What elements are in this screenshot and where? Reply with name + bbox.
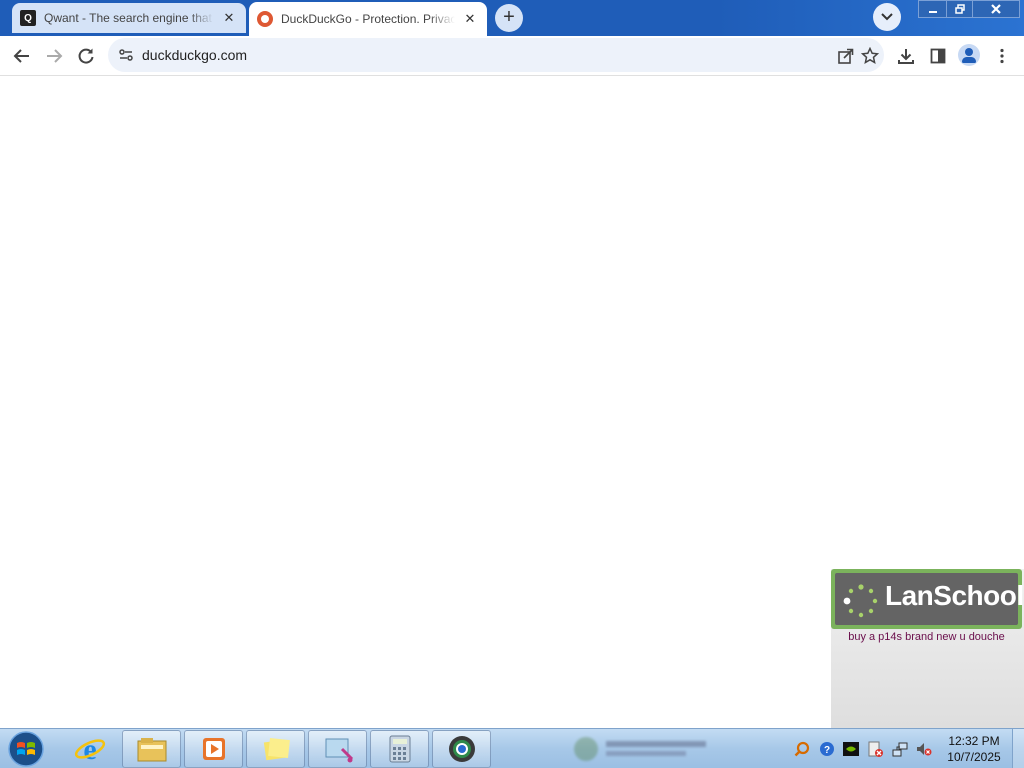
back-button[interactable]	[8, 42, 36, 70]
lanschool-notification: LanSchool buy a p14s brand new u douche	[831, 569, 1024, 728]
chrome-menu-button[interactable]	[988, 42, 1016, 70]
blurred-tray-notification	[570, 735, 720, 763]
minimize-button[interactable]	[918, 0, 946, 18]
taskbar-calculator[interactable]	[370, 730, 429, 768]
lanschool-message: buy a p14s brand new u douche	[848, 631, 1005, 643]
tab-qwant[interactable]: Q Qwant - The search engine that ✕	[12, 3, 246, 33]
new-tab-button[interactable]: +	[495, 4, 523, 32]
taskbar-sticky-notes[interactable]	[246, 730, 305, 768]
side-panel-icon	[930, 48, 946, 64]
minimize-icon	[928, 11, 937, 13]
share-button[interactable]	[836, 46, 856, 66]
downloads-button[interactable]	[892, 42, 920, 70]
tab-title: DuckDuckGo - Protection. Privacy	[281, 12, 455, 26]
tab-title: Qwant - The search engine that	[44, 11, 212, 25]
tab-duckduckgo[interactable]: DuckDuckGo - Protection. Privacy ✕	[249, 2, 487, 36]
lanschool-banner: LanSchool	[831, 569, 1024, 629]
action-center-warning-icon[interactable]	[867, 741, 883, 757]
media-player-icon	[202, 738, 225, 760]
chrome-icon	[448, 736, 475, 762]
site-info-icon[interactable]	[118, 47, 134, 63]
back-arrow-icon	[13, 49, 29, 63]
sticky-notes-icon	[263, 738, 290, 761]
file-explorer-icon	[137, 738, 166, 762]
taskbar-snipping-tool[interactable]	[308, 730, 367, 768]
nvidia-icon[interactable]	[843, 741, 859, 757]
qwant-favicon-icon: Q	[20, 10, 36, 26]
download-icon	[898, 49, 914, 64]
bookmark-star-button[interactable]	[860, 46, 880, 66]
network-icon[interactable]	[892, 741, 908, 757]
address-bar[interactable]: duckduckgo.com	[108, 38, 884, 72]
internet-explorer-icon: e	[74, 733, 105, 765]
start-button[interactable]	[6, 731, 46, 767]
more-vertical-icon	[1000, 48, 1004, 64]
duckduckgo-favicon-icon	[257, 11, 273, 27]
close-window-button[interactable]	[972, 0, 1020, 18]
taskbar-chrome[interactable]	[432, 730, 491, 768]
close-tab-icon[interactable]: ✕	[461, 10, 479, 28]
help-icon[interactable]: ?	[819, 741, 835, 757]
tab-search-button[interactable]	[873, 3, 901, 31]
forward-button[interactable]	[40, 42, 68, 70]
clock-date: 10/7/2025	[947, 750, 1001, 764]
reload-icon	[78, 48, 94, 64]
svg-text:?: ?	[824, 745, 830, 756]
forward-arrow-icon	[47, 49, 63, 63]
chevron-down-icon	[881, 13, 893, 21]
star-icon	[861, 47, 879, 65]
close-tab-icon[interactable]: ✕	[220, 9, 238, 27]
browser-tab-strip: Q Qwant - The search engine that ✕ DuckD…	[0, 0, 1024, 36]
volume-muted-icon[interactable]	[916, 741, 932, 757]
show-desktop-button[interactable]	[1012, 729, 1024, 768]
taskbar-internet-explorer[interactable]: e	[60, 730, 119, 768]
taskbar-media-player[interactable]	[184, 730, 243, 768]
url-text[interactable]: duckduckgo.com	[142, 47, 247, 63]
calculator-icon	[389, 735, 410, 763]
lanschool-brand-text: LanSchool	[885, 580, 1024, 611]
svg-text:e: e	[83, 733, 96, 765]
profile-avatar-icon[interactable]	[958, 44, 980, 66]
search-magnifier-icon[interactable]	[794, 741, 810, 757]
restore-icon	[954, 4, 965, 14]
lanschool-logo-icon	[843, 584, 878, 618]
windows-start-orb-icon	[8, 731, 44, 767]
clock-time: 12:32 PM	[948, 734, 1000, 748]
restore-button[interactable]	[946, 0, 972, 18]
system-clock[interactable]: 12:32 PM 10/7/2025	[940, 733, 1008, 765]
share-icon	[838, 48, 854, 64]
snipping-tool-icon	[325, 738, 353, 763]
windows-taskbar: e ? 12:32 PM 10/7/2025	[0, 728, 1024, 768]
close-icon	[991, 4, 1001, 14]
reload-button[interactable]	[72, 42, 100, 70]
taskbar-file-explorer[interactable]	[122, 730, 181, 768]
side-panel-button[interactable]	[924, 42, 952, 70]
screen: Q Qwant - The search engine that ✕ DuckD…	[0, 0, 1024, 768]
